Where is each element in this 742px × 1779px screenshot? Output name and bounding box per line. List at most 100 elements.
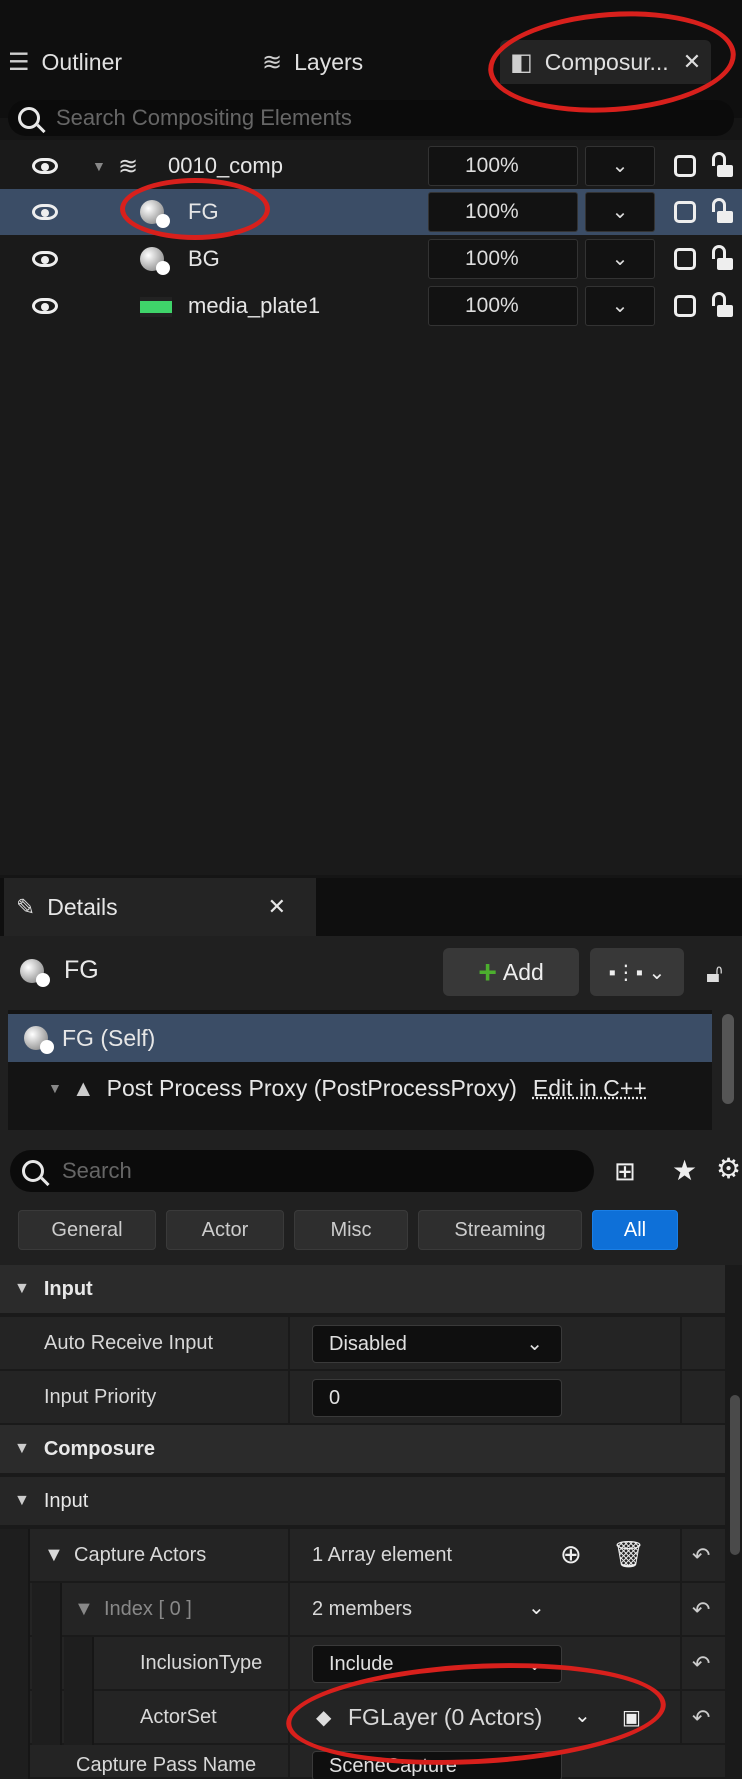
eye-icon[interactable] xyxy=(32,298,58,314)
filter-all[interactable]: All xyxy=(592,1210,678,1250)
collapse-arrow-icon[interactable]: ▼ xyxy=(92,158,106,174)
divider xyxy=(680,1371,682,1425)
category-composure-input[interactable]: ▼ Input xyxy=(0,1477,725,1527)
input-priority-field[interactable]: 0 xyxy=(312,1379,562,1417)
reset-icon[interactable]: ↶ xyxy=(692,1651,710,1677)
add-element-icon[interactable]: ⊕ xyxy=(560,1539,582,1570)
blueprint-button[interactable]: ▪⋮▪ ⌄ xyxy=(590,948,684,996)
filter-general[interactable]: General xyxy=(18,1210,156,1250)
category-composure[interactable]: ▼ Composure xyxy=(0,1425,725,1475)
add-component-button[interactable]: + Add xyxy=(443,948,579,996)
expand-arrow-icon[interactable]: ▼ xyxy=(44,1529,64,1581)
opacity-field[interactable]: 100% xyxy=(428,146,578,186)
sphere-icon xyxy=(140,247,170,275)
square-icon[interactable] xyxy=(674,248,696,270)
tab-details[interactable]: ✎ Details ✕ xyxy=(4,878,316,936)
tab-outliner[interactable]: ☰ Outliner xyxy=(8,40,122,84)
list-item[interactable]: FG 100% ⌄ xyxy=(0,189,742,235)
filter-actor[interactable]: Actor xyxy=(166,1210,284,1250)
chevron-down-icon[interactable]: ⌄ xyxy=(585,146,655,186)
opacity-field[interactable]: 100% xyxy=(428,286,578,326)
tab-layers[interactable]: ≋ Layers xyxy=(262,40,363,84)
divider xyxy=(288,1317,290,1371)
details-search-bar xyxy=(10,1150,594,1192)
opacity-field[interactable]: 100% xyxy=(428,239,578,279)
divider xyxy=(680,1317,682,1371)
sphere-icon xyxy=(24,1026,54,1054)
opacity-field[interactable]: 100% xyxy=(428,192,578,232)
filter-misc[interactable]: Misc xyxy=(294,1210,408,1250)
property-label: InclusionType xyxy=(140,1652,263,1674)
array-count: 1 Array element xyxy=(312,1544,453,1566)
details-search-input[interactable] xyxy=(62,1158,562,1184)
property-label: Capture Pass Name xyxy=(76,1754,257,1776)
eye-icon[interactable] xyxy=(32,204,58,220)
element-name: media_plate1 xyxy=(188,293,321,318)
close-icon[interactable]: ✕ xyxy=(268,894,286,920)
category-input[interactable]: ▼ Input xyxy=(0,1265,725,1315)
field-value: 0 xyxy=(329,1387,341,1409)
reset-icon[interactable]: ↶ xyxy=(692,1597,710,1623)
divider xyxy=(680,1637,682,1691)
gear-icon[interactable]: ⚙ xyxy=(716,1152,741,1185)
divider xyxy=(288,1583,290,1637)
collapse-arrow-icon[interactable]: ▼ xyxy=(48,1080,62,1096)
scrollbar[interactable] xyxy=(722,1014,734,1104)
reset-icon[interactable]: ↶ xyxy=(692,1543,710,1569)
list-item[interactable]: media_plate1 100% ⌄ xyxy=(0,283,742,329)
star-icon[interactable]: ★ xyxy=(672,1154,697,1187)
square-icon[interactable] xyxy=(674,155,696,177)
property-row: Input Priority 0 xyxy=(0,1371,725,1425)
indent-guide xyxy=(0,1691,30,1745)
indent-guide xyxy=(0,1637,30,1691)
property-row: Auto Receive Input Disabled ⌄ xyxy=(0,1317,725,1371)
divider xyxy=(680,1691,682,1745)
lock-icon[interactable] xyxy=(712,152,733,177)
trash-icon[interactable]: 🗑︎ xyxy=(612,1539,645,1570)
divider xyxy=(288,1745,290,1779)
eye-icon[interactable] xyxy=(32,251,58,267)
chevron-down-icon[interactable]: ⌄ xyxy=(585,286,655,326)
indent-guide xyxy=(32,1583,62,1637)
property-label: Input Priority xyxy=(44,1386,157,1408)
struct-members: 2 members xyxy=(312,1598,413,1620)
eye-icon[interactable] xyxy=(32,158,58,174)
indent-guide xyxy=(0,1583,30,1637)
list-item[interactable]: BG 100% ⌄ xyxy=(0,236,742,282)
outliner-icon: ☰ xyxy=(8,48,30,76)
lock-icon[interactable] xyxy=(712,198,733,223)
component-row[interactable]: ▼ ▲ Post Process Proxy (PostProcessProxy… xyxy=(8,1064,712,1112)
indent-guide xyxy=(64,1637,94,1691)
filter-streaming[interactable]: Streaming xyxy=(418,1210,582,1250)
property-label: Index [ 0 ] xyxy=(104,1598,192,1620)
lock-icon[interactable]: 🔓︎ xyxy=(706,958,723,990)
chevron-down-icon[interactable]: ⌄ xyxy=(585,239,655,279)
scrollbar[interactable] xyxy=(730,1395,740,1555)
auto-receive-input-dropdown[interactable]: Disabled ⌄ xyxy=(312,1325,562,1363)
category-label: Composure xyxy=(43,1437,155,1460)
square-icon[interactable] xyxy=(674,295,696,317)
post-process-icon: ▲ xyxy=(71,1074,95,1101)
lock-icon[interactable] xyxy=(712,245,733,270)
search-icon xyxy=(22,1160,44,1182)
expand-arrow-icon[interactable]: ▼ xyxy=(74,1583,94,1635)
search-icon xyxy=(18,107,40,129)
category-label: Input xyxy=(43,1277,93,1300)
component-label: Post Process Proxy (PostProcessProxy) xyxy=(106,1074,517,1101)
indent-guide xyxy=(32,1637,62,1691)
list-item[interactable]: ▼ ≋ 0010_comp 100% ⌄ xyxy=(0,143,742,189)
component-row[interactable]: FG (Self) xyxy=(8,1014,712,1062)
table-view-icon[interactable]: ⊞ xyxy=(614,1156,636,1187)
collapse-arrow-icon: ▼ xyxy=(14,1280,30,1297)
actor-header: FG xyxy=(20,956,99,987)
tab-outliner-label: Outliner xyxy=(41,48,123,75)
media-plate-icon xyxy=(140,297,172,317)
indent-guide xyxy=(64,1691,94,1745)
reset-icon[interactable]: ↶ xyxy=(692,1705,710,1731)
square-icon[interactable] xyxy=(674,201,696,223)
chevron-down-icon[interactable]: ⌄ xyxy=(585,192,655,232)
lock-icon[interactable] xyxy=(712,292,733,317)
chevron-down-icon[interactable]: ⌄ xyxy=(528,1595,545,1620)
edit-in-cpp-link[interactable]: Edit in C++ xyxy=(533,1075,647,1102)
indent-guide xyxy=(32,1691,62,1745)
